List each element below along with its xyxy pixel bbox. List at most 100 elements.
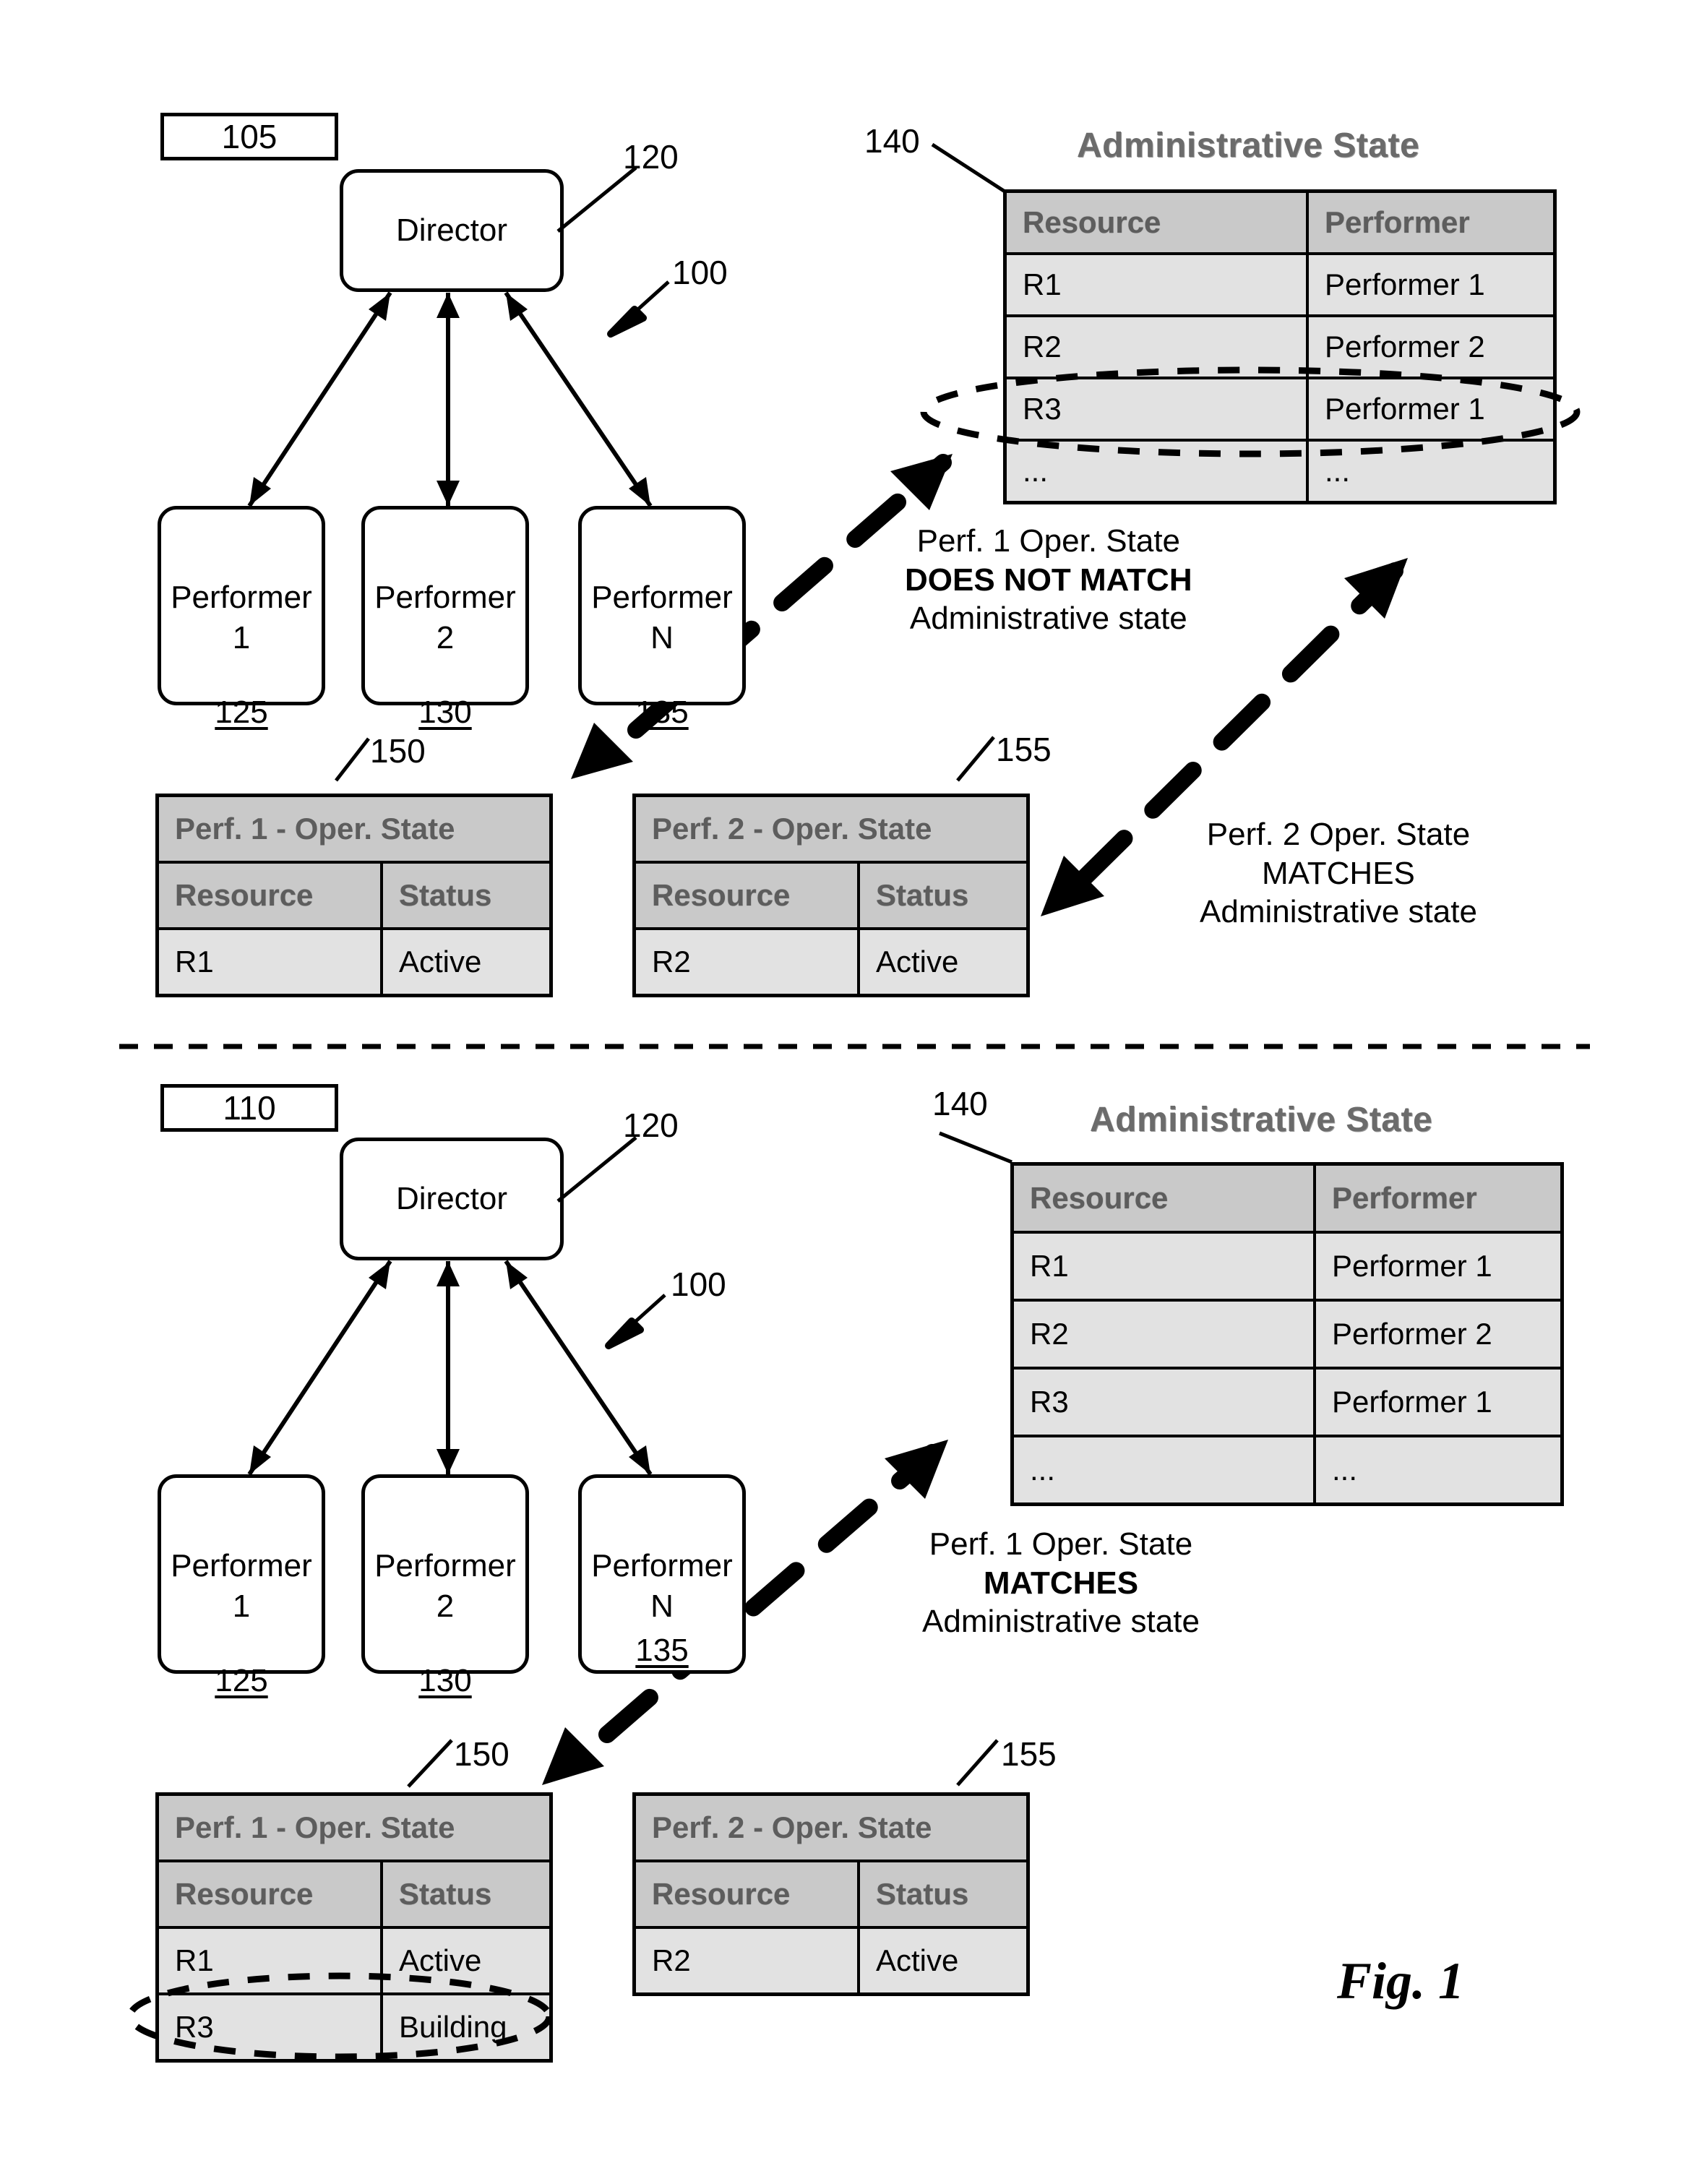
table-header-row: Resource Status [632, 861, 1030, 930]
admin-state-title-bottom: Administrative State [1090, 1101, 1433, 1139]
table-header-row: Resource Performer [1010, 1162, 1564, 1234]
performer-box-1-top[interactable]: Performer 1 125 [158, 506, 325, 730]
cell-performer: ... [1313, 1435, 1564, 1506]
table-title-row: Perf. 1 - Oper. State [155, 794, 553, 864]
performer-index: N [650, 620, 674, 656]
oper-table-title: Perf. 2 - Oper. State [632, 1792, 1030, 1862]
performer-name: Performer [171, 580, 312, 615]
note-line-1: Perf. 1 Oper. State [929, 1526, 1193, 1562]
oper-table-2-ref-bottom: 155 [1001, 1735, 1057, 1773]
cell-resource: R2 [1010, 1299, 1316, 1370]
note-line-1: Perf. 2 Oper. State [1206, 817, 1471, 852]
performer-box-n-top[interactable]: Performer N 135 [578, 506, 746, 730]
oper-table-1-ref-bottom: 150 [454, 1735, 510, 1773]
note-match-top: Perf. 2 Oper. State MATCHES Administrati… [1200, 815, 1477, 932]
system-ref-label-bottom: 100 [671, 1265, 726, 1303]
admin-state-ref-top: 140 [864, 122, 920, 160]
performer-box-2-bottom[interactable]: Performer 2 130 [361, 1474, 529, 1698]
column-header-performer: Performer [1306, 189, 1557, 255]
cell-resource: R3 [155, 1992, 383, 2063]
admin-state-title-top: Administrative State [1077, 126, 1420, 165]
director-box-bottom[interactable]: Director [340, 1138, 564, 1260]
note-line-3: Administrative state [1200, 894, 1477, 930]
table-row: ... ... [1003, 439, 1557, 504]
performer-name: Performer [374, 1548, 516, 1583]
column-header-status: Status [380, 861, 553, 930]
column-header-resource: Resource [632, 1860, 860, 1929]
cell-resource: R1 [155, 1926, 383, 1995]
table-row: ... ... [1010, 1435, 1564, 1506]
table-row-highlighted: R3 Performer 1 [1003, 377, 1557, 442]
performer-name: Performer [374, 580, 516, 615]
cell-status: Active [857, 1926, 1030, 1996]
performer-index: 2 [436, 620, 455, 656]
performer-box-2-top[interactable]: Performer 2 130 [361, 506, 529, 730]
director-ref-label-bottom: 120 [623, 1106, 679, 1144]
table-title-row: Perf. 2 - Oper. State [632, 1792, 1030, 1862]
cell-resource: R1 [155, 927, 383, 997]
cell-resource: R2 [1003, 314, 1309, 379]
table-row: R2 Active [632, 927, 1030, 997]
cell-status: Building [380, 1992, 553, 2063]
column-header-resource: Resource [1010, 1162, 1316, 1234]
performer-name: Performer [171, 1548, 312, 1583]
director-label: Director [395, 1180, 508, 1216]
cell-resource: R2 [632, 927, 860, 997]
note-line-2: DOES NOT MATCH [905, 562, 1192, 598]
cell-resource: R1 [1003, 252, 1309, 317]
table-header-row: Resource Performer [1003, 189, 1557, 255]
panel-ref-box-110: 110 [160, 1084, 338, 1132]
cell-performer: ... [1306, 439, 1557, 504]
performer-ref: 135 [635, 1632, 689, 1668]
column-header-resource: Resource [155, 861, 383, 930]
panel-ref-label: 105 [221, 118, 278, 155]
oper-table-2-ref-top: 155 [996, 731, 1052, 768]
note-line-1: Perf. 1 Oper. State [916, 523, 1181, 559]
oper-table-title: Perf. 1 - Oper. State [155, 1792, 553, 1862]
table-header-row: Resource Status [155, 1860, 553, 1929]
table-title-row: Perf. 2 - Oper. State [632, 794, 1030, 864]
performer-index: 1 [232, 1588, 251, 1625]
table-row: R1 Performer 1 [1003, 252, 1557, 317]
cell-resource: R1 [1010, 1231, 1316, 1302]
cell-resource: R3 [1003, 377, 1309, 442]
table-row: R2 Active [632, 1926, 1030, 1996]
admin-state-table-bottom: Resource Performer R1 Performer 1 R2 Per… [1010, 1162, 1564, 1506]
performer-ref: 125 [215, 1662, 268, 1698]
note-match-bottom: Perf. 1 Oper. State MATCHES Administrati… [922, 1525, 1200, 1641]
oper-state-table-1-bottom: Perf. 1 - Oper. State Resource Status R1… [155, 1792, 553, 2063]
performer-index: N [650, 1588, 674, 1625]
cell-resource: ... [1010, 1435, 1316, 1506]
oper-state-table-2-bottom: Perf. 2 - Oper. State Resource Status R2… [632, 1792, 1030, 1996]
cell-performer: Performer 1 [1306, 252, 1557, 317]
director-ref-label-top: 120 [623, 138, 679, 176]
panel-ref-box-105: 105 [160, 113, 338, 160]
cell-resource: R2 [632, 1926, 860, 1996]
table-title-row: Perf. 1 - Oper. State [155, 1792, 553, 1862]
performer-ref: 130 [418, 694, 472, 730]
performer-ref: 125 [215, 694, 268, 730]
system-ref-label-top: 100 [672, 254, 728, 291]
table-row-highlighted: R3 Building [155, 1992, 553, 2063]
oper-state-table-1-top: Perf. 1 - Oper. State Resource Status R1… [155, 794, 553, 997]
director-box-top[interactable]: Director [340, 169, 564, 292]
performer-box-1-bottom[interactable]: Performer 1 125 [158, 1474, 325, 1698]
cell-performer: Performer 2 [1306, 314, 1557, 379]
performer-index: 1 [232, 620, 251, 656]
column-header-performer: Performer [1313, 1162, 1564, 1234]
note-line-3: Administrative state [909, 601, 1187, 637]
director-label: Director [395, 212, 508, 248]
note-line-2: MATCHES [1262, 855, 1415, 891]
column-header-status: Status [380, 1860, 553, 1929]
performer-box-n-bottom[interactable]: Performer N 135 [578, 1474, 746, 1674]
cell-performer: Performer 1 [1313, 1367, 1564, 1437]
note-line-2: MATCHES [983, 1565, 1139, 1601]
cell-performer: Performer 1 [1306, 377, 1557, 442]
panel-ref-label: 110 [223, 1089, 276, 1127]
column-header-status: Status [857, 861, 1030, 930]
column-header-resource: Resource [632, 861, 860, 930]
figure-label: Fig. 1 [1337, 1952, 1465, 2010]
cell-performer: Performer 2 [1313, 1299, 1564, 1370]
cell-resource: ... [1003, 439, 1309, 504]
cell-status: Active [857, 927, 1030, 997]
